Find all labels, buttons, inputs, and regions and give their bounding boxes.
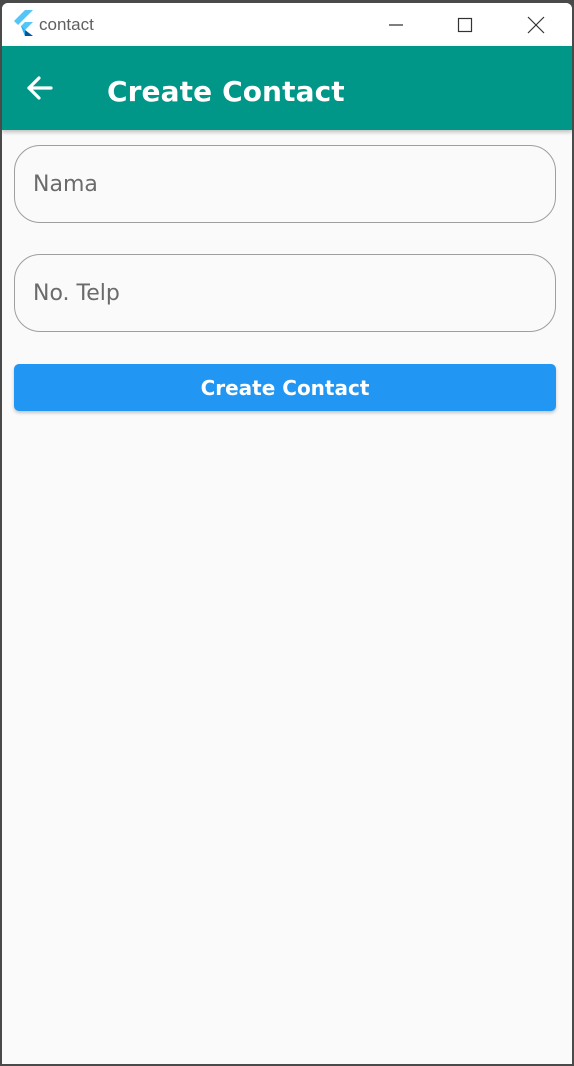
app-bar: Create Contact [2, 46, 572, 130]
back-button[interactable] [16, 68, 64, 108]
app-window: contact Create Contact Nama No. Telp Cre… [2, 3, 572, 1064]
telp-field[interactable] [14, 254, 556, 332]
maximize-icon [457, 17, 473, 32]
arrow-left-icon [27, 76, 53, 100]
nama-input[interactable] [15, 146, 555, 222]
minimize-button[interactable] [366, 3, 426, 46]
page-title: Create Contact [107, 75, 345, 108]
nama-field[interactable] [14, 145, 556, 223]
minimize-icon [389, 23, 403, 26]
flutter-logo-icon [14, 10, 33, 36]
window-titlebar[interactable]: contact [2, 3, 572, 46]
telp-input[interactable] [15, 255, 555, 331]
maximize-button[interactable] [435, 3, 495, 46]
window-title: contact [39, 15, 94, 34]
close-icon [527, 16, 545, 33]
create-contact-button[interactable]: Create Contact [14, 364, 556, 411]
close-button[interactable] [506, 3, 566, 46]
